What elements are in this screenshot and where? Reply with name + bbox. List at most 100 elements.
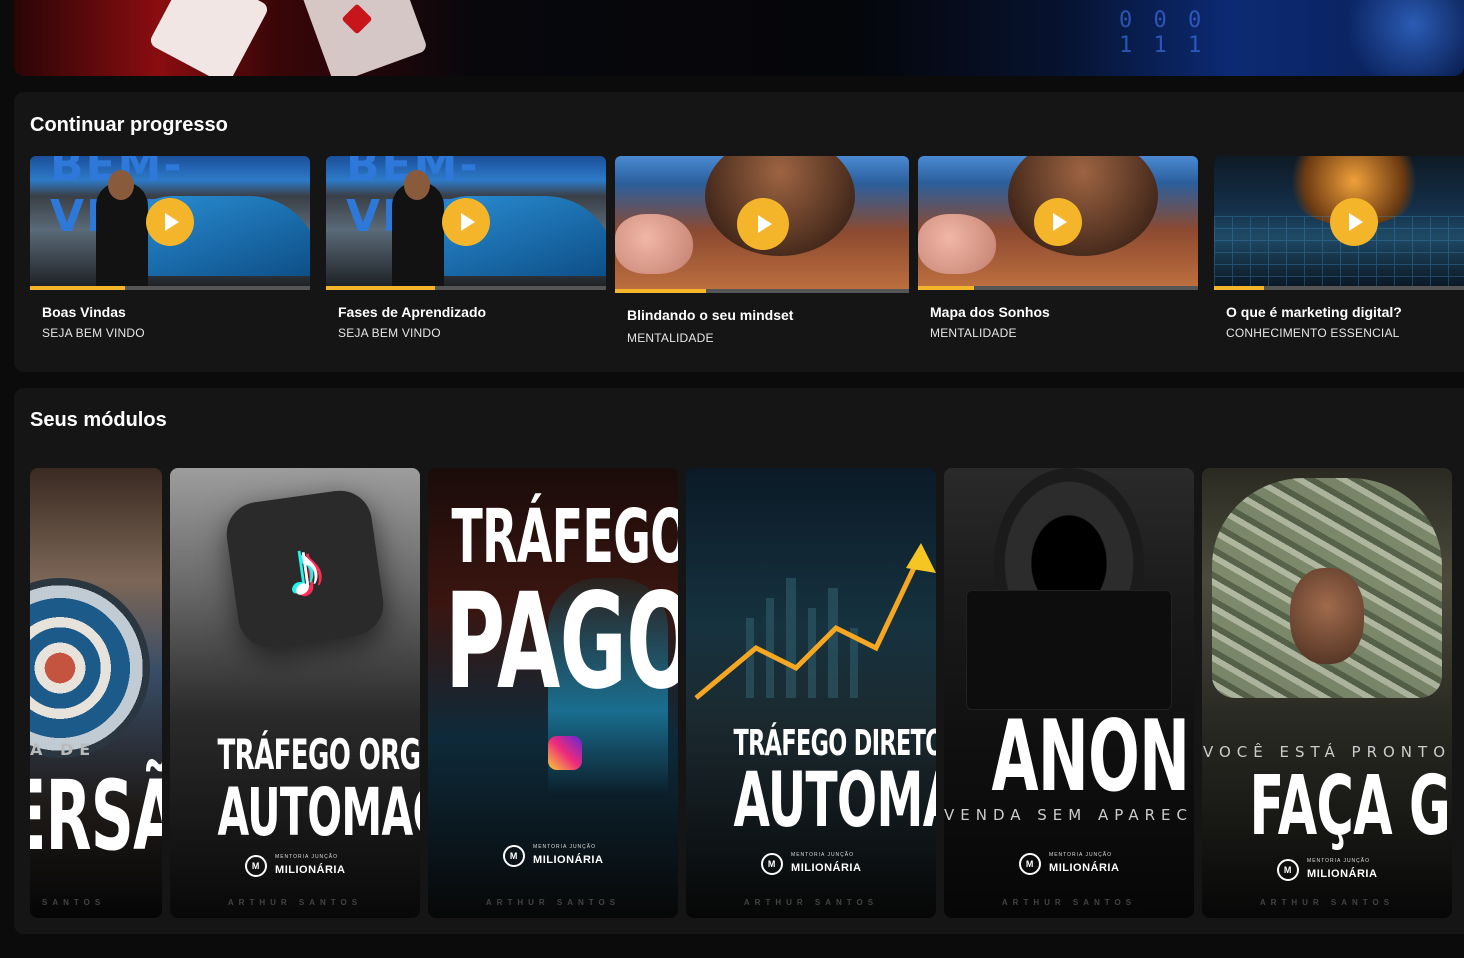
progress-bar (615, 289, 909, 293)
play-button[interactable] (1034, 198, 1082, 246)
module-subtitle: TRÁFEGO (451, 494, 679, 580)
brand-mark-icon: M (502, 845, 525, 867)
lesson-title[interactable]: Fases de Aprendizado (338, 304, 486, 320)
module-author: ARTHUR SANTOS (1001, 898, 1137, 908)
brand-logo: M MENTORIA JUNÇÃO MILIONÁRIA (1202, 858, 1452, 882)
module-card[interactable]: ANONIMATO VENDA SEM APARECER M MENTORIA … (944, 468, 1194, 918)
brand-subtitle: MENTORIA JUNÇÃO (533, 844, 596, 850)
module-author: SANTOS (42, 898, 106, 908)
progress-bar (1214, 286, 1464, 290)
module-subtitle: VOCÊ ESTÁ PRONTO (1202, 743, 1451, 761)
brand-mark-icon: M (1018, 853, 1041, 875)
brand-mark-icon: M (760, 853, 783, 875)
lesson-title[interactable]: Blindando o seu mindset (627, 307, 793, 323)
module-card[interactable]: TRÁFEGO DIRETO E VENDAS NO AUTOMÁTICO M … (686, 468, 936, 918)
play-button[interactable] (1330, 198, 1378, 246)
module-card[interactable]: TRÁFEGO PAGO M MENTORIA JUNÇÃO MILIONÁRIA… (428, 468, 678, 918)
hero-banner[interactable]: 0 0 01 1 1 (14, 0, 1464, 76)
brand-subtitle: MENTORIA JUNÇÃO (791, 852, 854, 858)
brand-logo: M MENTORIA JUNÇÃO MILIONÁRIA (170, 854, 420, 878)
laptop-image (966, 590, 1172, 710)
lesson-module: CONHECIMENTO ESSENCIAL (1226, 326, 1400, 340)
brand-mark-icon: M (244, 855, 267, 877)
play-button[interactable] (146, 198, 194, 246)
module-title: ERSÃO (30, 760, 162, 872)
play-button[interactable] (737, 198, 789, 250)
module-author: ARTHUR SANTOS (1259, 898, 1395, 908)
lesson-module: SEJA BEM VINDO (338, 326, 441, 340)
play-icon (165, 213, 179, 231)
module-title: ANONIMATO (991, 700, 1195, 814)
module-title: PAGO (445, 565, 678, 719)
section-title: Seus módulos (30, 409, 167, 431)
module-author: ARTHUR SANTOS (485, 898, 621, 908)
lesson-title[interactable]: O que é marketing digital? (1226, 304, 1402, 320)
archery-target-image (30, 578, 150, 758)
playing-card-image (148, 0, 270, 76)
lesson-module: MENTALIDADE (930, 326, 1017, 340)
person-head-image (404, 170, 430, 200)
progress-fill (30, 286, 126, 290)
lesson-thumbnail[interactable]: BEM-VINDO (30, 156, 310, 290)
lesson-module: MENTALIDADE (627, 331, 714, 345)
blue-glow-image (1334, 0, 1464, 76)
module-card[interactable]: A DE ERSÃO SANTOS (30, 468, 162, 918)
brand-logo: M MENTORIA JUNÇÃO MILIONÁRIA (686, 852, 936, 876)
play-icon (758, 215, 772, 233)
section-title: Continuar progresso (30, 114, 228, 136)
person-face-image (1008, 156, 1158, 256)
lesson-card[interactable]: BEM-VINDO Boas Vindas SEJA BEM VINDO (30, 156, 310, 356)
brand-name: MILIONÁRIA (275, 864, 346, 876)
play-button[interactable] (442, 198, 490, 246)
module-author: ARTHUR SANTOS (227, 898, 363, 908)
lesson-thumbnail[interactable]: BEM-VINDO (326, 156, 606, 290)
lesson-thumbnail[interactable] (1214, 156, 1464, 290)
lesson-card[interactable]: BEM-VINDO Fases de Aprendizado SEJA BEM … (326, 156, 606, 356)
brand-name: MILIONÁRIA (1049, 862, 1120, 874)
modules-section: Seus módulos A DE ERSÃO SANTOS ♪ TRÁFEGO… (14, 388, 1464, 934)
lesson-card[interactable]: O que é marketing digital? CONHECIMENTO … (1214, 156, 1464, 356)
progress-bar (326, 286, 606, 290)
brand-name: MILIONÁRIA (533, 854, 604, 866)
progress-fill (1214, 286, 1265, 290)
module-subtitle: A DE (30, 740, 97, 759)
instagram-icon (548, 736, 582, 770)
lesson-card[interactable]: Mapa dos Sonhos MENTALIDADE (918, 156, 1198, 356)
progress-fill (615, 289, 707, 293)
brain-image (918, 214, 996, 274)
module-title: FAÇA GRANA (1249, 759, 1453, 854)
progress-bar (30, 286, 310, 290)
binary-digits-image: 0 0 01 1 1 (1119, 8, 1206, 58)
progress-bar (918, 286, 1198, 290)
brand-subtitle: MENTORIA JUNÇÃO (1307, 858, 1370, 864)
lesson-title[interactable]: Boas Vindas (42, 304, 126, 320)
module-title: AUTOMÁTICO (733, 755, 937, 844)
car-image (120, 196, 310, 276)
brand-name: MILIONÁRIA (1307, 868, 1378, 880)
person-head-image (108, 170, 134, 200)
module-card[interactable]: ♪ TRÁFEGO ORGÂNICO & AUTOMAÇÕES M MENTOR… (170, 468, 420, 918)
lesson-module: SEJA BEM VINDO (42, 326, 145, 340)
lesson-title[interactable]: Mapa dos Sonhos (930, 304, 1050, 320)
play-icon (1349, 213, 1363, 231)
brain-image (615, 214, 693, 274)
brand-subtitle: MENTORIA JUNÇÃO (1049, 852, 1112, 858)
lesson-card[interactable]: Blindando o seu mindset MENTALIDADE (615, 156, 909, 362)
person-face-image (1290, 568, 1364, 664)
play-icon (1053, 213, 1067, 231)
brand-subtitle: MENTORIA JUNÇÃO (275, 854, 338, 860)
continue-progress-section: Continuar progresso BEM-VINDO Boas Vinda… (14, 92, 1464, 372)
lesson-thumbnail[interactable] (918, 156, 1198, 290)
tiktok-icon: ♪ (222, 486, 388, 652)
progress-fill (918, 286, 974, 290)
growth-arrow-icon (694, 543, 936, 700)
lesson-thumbnail[interactable] (615, 156, 909, 293)
brand-name: MILIONÁRIA (791, 862, 862, 874)
module-title: AUTOMAÇÕES (217, 774, 421, 851)
module-card[interactable]: VOCÊ ESTÁ PRONTO FAÇA GRANA M MENTORIA J… (1202, 468, 1452, 918)
brand-mark-icon: M (1276, 859, 1299, 881)
module-subtitle: VENDA SEM APARECER (944, 806, 1194, 824)
brand-logo: M MENTORIA JUNÇÃO MILIONÁRIA (944, 852, 1194, 876)
module-subtitle: TRÁFEGO ORGÂNICO & (217, 730, 421, 779)
brand-logo: M MENTORIA JUNÇÃO MILIONÁRIA (428, 844, 678, 868)
